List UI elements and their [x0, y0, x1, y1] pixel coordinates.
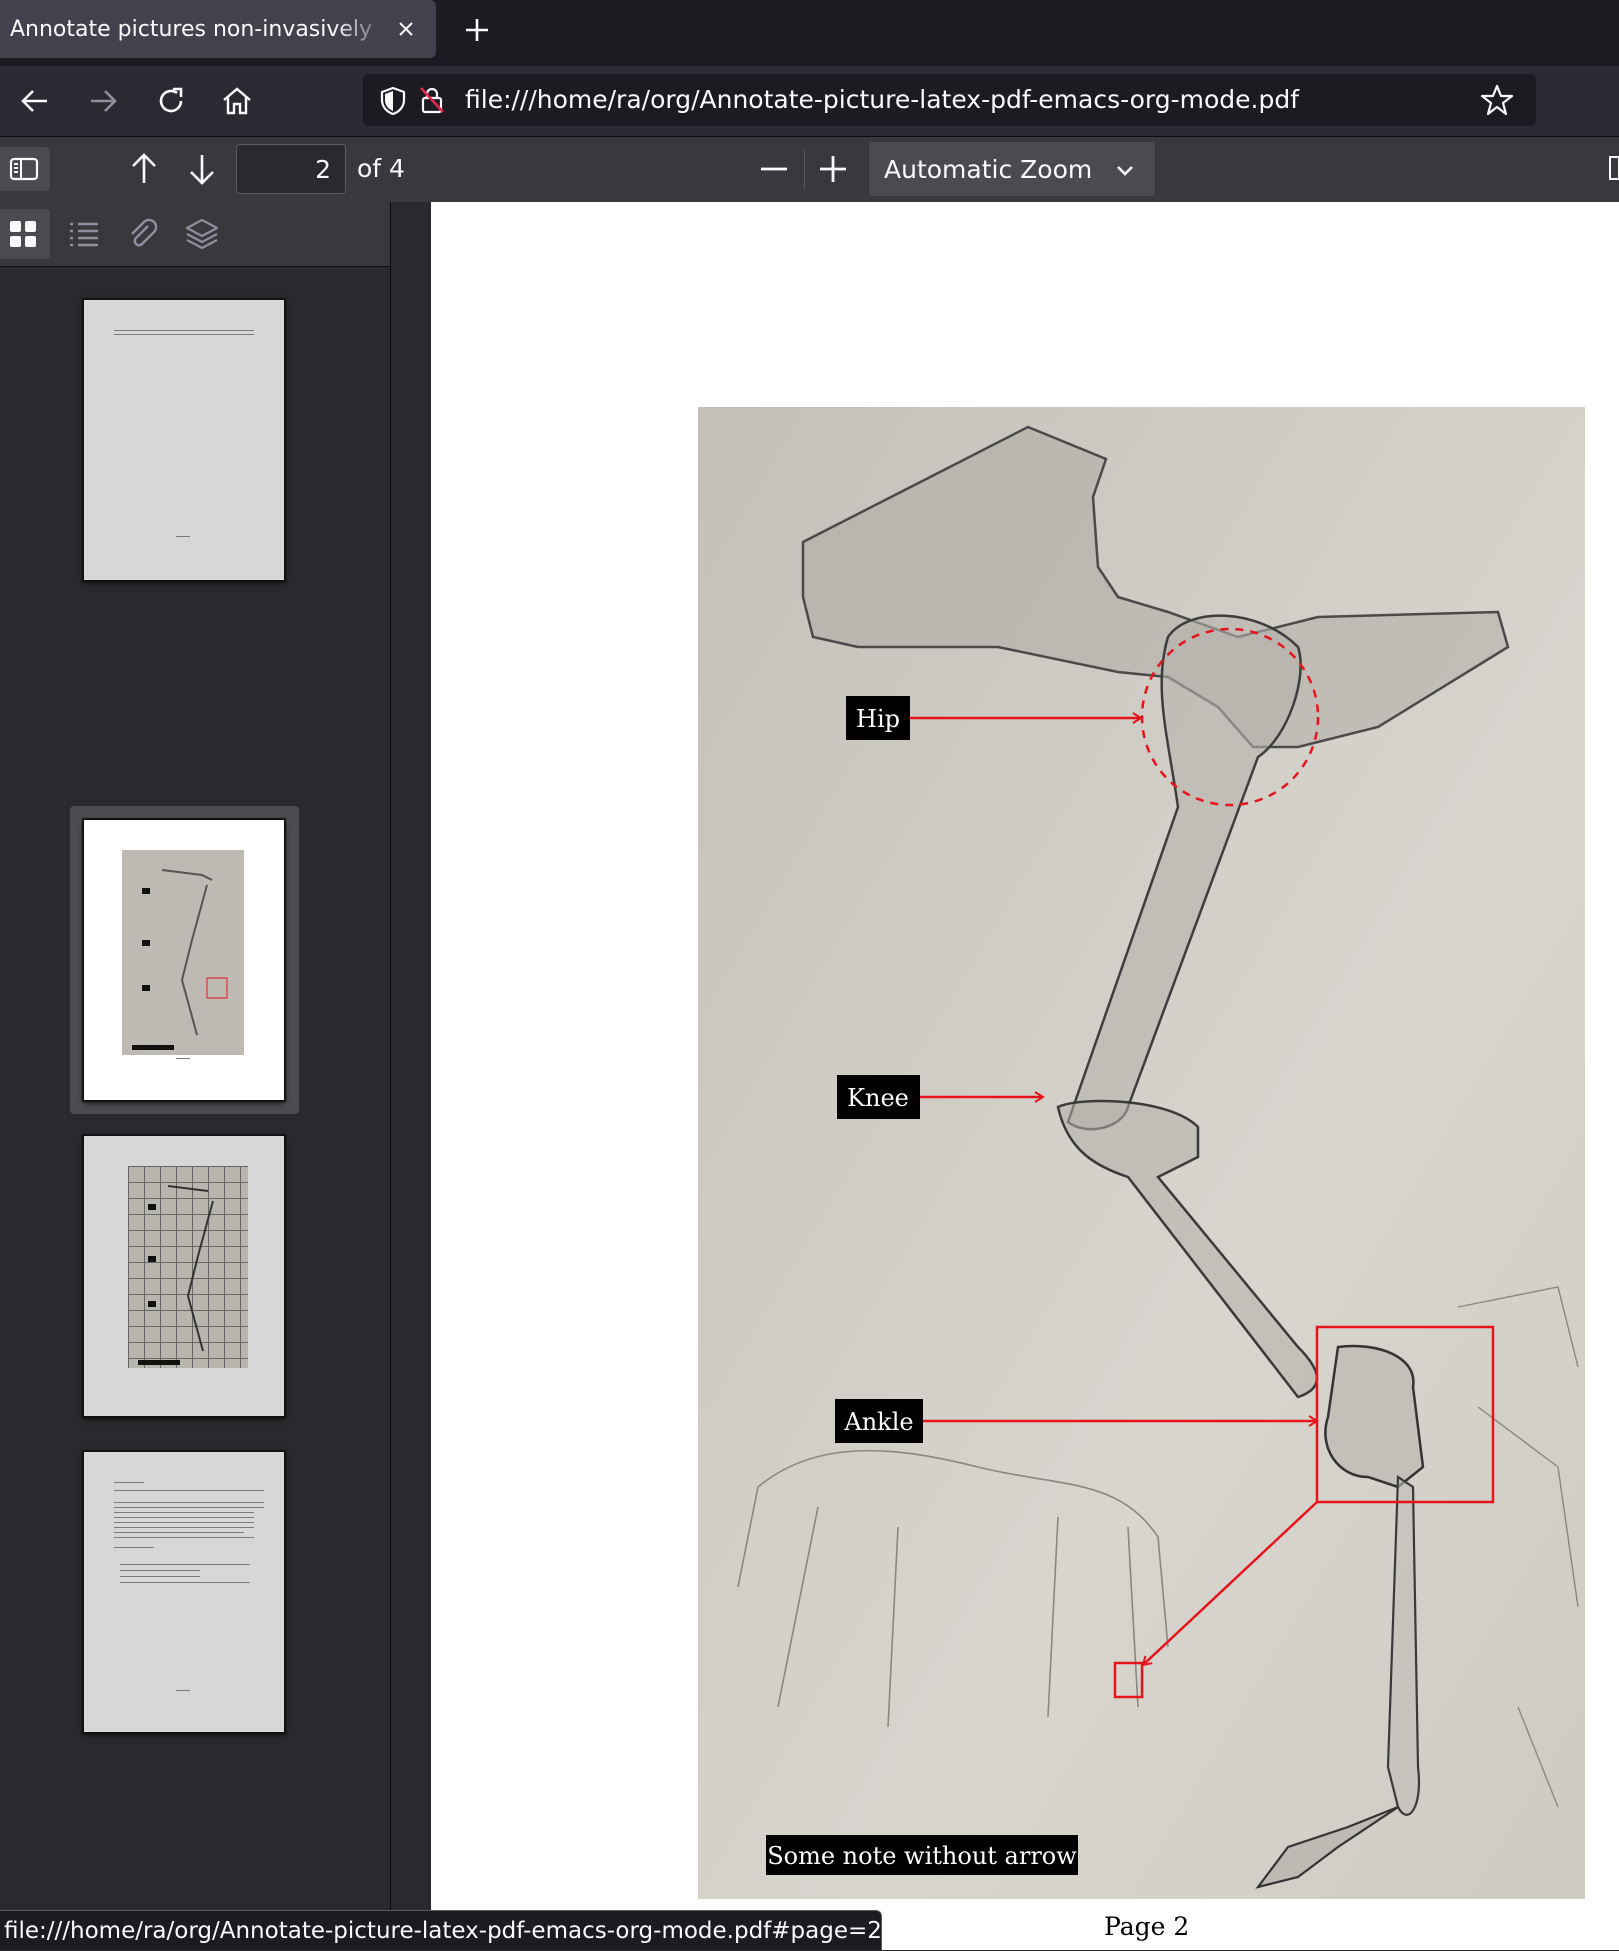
thumbnail-figure — [122, 850, 244, 1055]
zoom-out-icon[interactable] — [756, 151, 792, 187]
grid-icon — [10, 221, 36, 247]
forward-icon[interactable] — [86, 84, 120, 118]
browser-tab[interactable]: Annotate pictures non-invasively — [0, 0, 436, 58]
pdf-viewer[interactable]: Hip Knee Ankle Some note without arrow P… — [391, 202, 1619, 1950]
navigation-bar: file:///home/ra/org/Annotate-picture-lat… — [0, 66, 1619, 137]
page-number-input[interactable] — [236, 144, 346, 194]
thumbnail-text-line — [114, 334, 254, 335]
thumbnail-figure-sketch — [132, 869, 228, 1050]
plus-icon[interactable] — [462, 15, 492, 45]
next-page-icon[interactable] — [184, 151, 220, 187]
close-icon[interactable] — [394, 17, 418, 41]
thumbnail-text-line — [114, 1517, 254, 1518]
hip-label: Hip — [856, 705, 900, 733]
thumbnail-figure-grid — [128, 1166, 248, 1368]
thumbnail-text-line — [114, 1547, 154, 1548]
pdf-toolbar: of 4 Automatic Zoom — [0, 137, 1619, 203]
link-status-overlay: file:///home/ra/org/Annotate-picture-lat… — [0, 1910, 882, 1950]
note-label: Some note without arrow — [767, 1842, 1077, 1870]
thumbnail-text-line — [114, 1507, 264, 1508]
tools-icon[interactable] — [1606, 151, 1619, 185]
thumbnail-text-line — [114, 1522, 254, 1523]
thumbnail-text-line — [120, 1564, 250, 1565]
thumbnail-figure-sketch — [138, 1185, 214, 1365]
thumbnail-page-3[interactable] — [84, 1136, 284, 1416]
url-text[interactable]: file:///home/ra/org/Annotate-picture-lat… — [465, 85, 1299, 114]
knee-label: Knee — [847, 1084, 909, 1112]
tab-title: Annotate pictures non-invasively — [10, 16, 373, 42]
pdf-page: Hip Knee Ankle Some note without arrow P… — [431, 202, 1619, 1950]
zoom-value: Automatic Zoom — [884, 155, 1093, 184]
annotated-figure: Hip Knee Ankle Some note without arrow — [698, 407, 1585, 1899]
thumbnail-text-line — [114, 1512, 254, 1513]
toolbar-divider — [804, 149, 805, 189]
thumbnail-page-2[interactable] — [84, 820, 284, 1100]
back-icon[interactable] — [18, 84, 52, 118]
thumbnail-text-line — [114, 1527, 254, 1528]
thumbnail-text-line — [120, 1570, 200, 1571]
thumbnail-page-label — [176, 1058, 190, 1059]
thumbnail-text-line — [114, 1482, 144, 1483]
page-footer-number: Page 2 — [1104, 1912, 1190, 1941]
shield-icon[interactable] — [377, 85, 409, 117]
thumbnails-view-button[interactable] — [0, 209, 50, 259]
thumbnail-page-label — [176, 1690, 190, 1691]
thumbnail-page-1[interactable] — [84, 300, 284, 580]
thumbnail-text-line — [120, 1582, 250, 1583]
home-icon[interactable] — [220, 84, 254, 118]
sidebar-toggle-button[interactable] — [0, 147, 50, 191]
zoom-select[interactable]: Automatic Zoom — [869, 142, 1155, 196]
zoom-in-icon[interactable] — [815, 151, 851, 187]
reload-icon[interactable] — [154, 84, 188, 118]
outline-list-icon[interactable] — [66, 216, 102, 252]
layers-icon[interactable] — [184, 216, 220, 252]
page-count: of 4 — [357, 154, 405, 183]
thumbnail-text-line — [114, 1490, 264, 1491]
previous-page-icon[interactable] — [126, 151, 162, 187]
ankle-bone-sketch — [1324, 1344, 1425, 1489]
sidebar-icon — [9, 157, 39, 181]
thumbnail-page-label — [176, 536, 190, 537]
thumbnail-text-line — [120, 1576, 200, 1577]
ankle-label: Ankle — [843, 1408, 913, 1436]
insecure-lock-icon[interactable] — [416, 84, 448, 116]
thumbnail-sidebar — [0, 202, 391, 1950]
attachment-icon[interactable] — [124, 216, 160, 252]
tab-strip: Annotate pictures non-invasively — [0, 0, 1619, 66]
thumbnail-text-line — [114, 1532, 244, 1533]
sidebar-view-switcher — [0, 202, 390, 267]
thumbnail-page-4[interactable] — [84, 1452, 284, 1732]
thumbnail-text-line — [114, 330, 254, 331]
star-icon[interactable] — [1480, 83, 1514, 117]
url-bar[interactable]: file:///home/ra/org/Annotate-picture-lat… — [363, 74, 1536, 126]
chevron-down-icon — [1117, 166, 1133, 176]
thumbnail-text-line — [114, 1537, 254, 1538]
thumbnail-text-line — [114, 1502, 264, 1503]
